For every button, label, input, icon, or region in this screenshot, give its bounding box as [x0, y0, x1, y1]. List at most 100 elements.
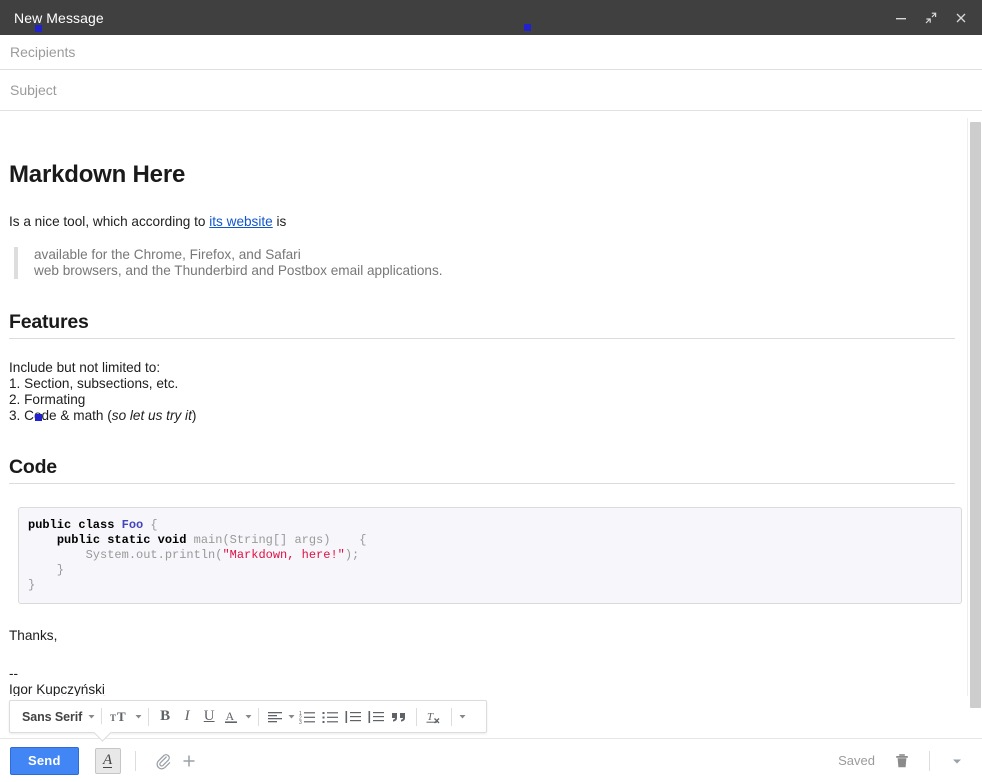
- list-item-number: 1.: [9, 376, 25, 391]
- message-body-editor[interactable]: Markdown Here Is a nice tool, which acco…: [0, 118, 982, 696]
- bulleted-list-icon: [322, 711, 339, 723]
- heading-code: Code: [9, 456, 955, 484]
- bold-icon: B: [160, 708, 171, 724]
- list-item-number: 2.: [9, 392, 25, 407]
- font-size-icon: T T: [110, 709, 126, 724]
- text-color-button[interactable]: A: [220, 703, 243, 730]
- list-item-number: 3.: [9, 408, 25, 423]
- numbered-list-icon: 1 2 3: [299, 711, 316, 724]
- window-title: New Message: [14, 9, 104, 26]
- its-website-link[interactable]: its website: [209, 214, 272, 229]
- intro-paragraph: Is a nice tool, which according to its w…: [9, 213, 954, 230]
- indent-decrease-icon: [345, 710, 362, 723]
- numbered-list-button[interactable]: 1 2 3: [296, 703, 319, 730]
- list-item: 1. Section, subsections, etc.: [9, 376, 954, 392]
- list-item-text: Section, subsections, etc.: [24, 376, 179, 391]
- toolbar-divider: [416, 707, 418, 726]
- list-item-tail: ): [191, 408, 197, 423]
- close-button[interactable]: [946, 3, 976, 33]
- bottom-divider: [929, 750, 930, 771]
- font-family-chevron-down-icon[interactable]: [86, 712, 96, 721]
- list-item: 2. Formating: [9, 392, 954, 408]
- signature-name: Igor Kupczyński: [9, 682, 954, 696]
- code-type: Foo: [121, 518, 144, 532]
- more-options-chevron-down-icon[interactable]: [457, 712, 467, 721]
- indent-less-button[interactable]: [342, 703, 365, 730]
- svg-text:T: T: [117, 709, 126, 724]
- list-item-text: Code & math (: [24, 408, 112, 423]
- code-string: "Markdown, here!": [222, 548, 345, 562]
- restore-button[interactable]: [916, 3, 946, 33]
- subject-field[interactable]: Subject: [0, 70, 982, 111]
- close-icon: [956, 13, 966, 22]
- toolbar-divider: [258, 707, 260, 726]
- remove-formatting-icon: T: [426, 711, 440, 723]
- code-plain: );: [344, 548, 360, 562]
- more-options-button[interactable]: [944, 748, 970, 774]
- intro-text-after: is: [272, 214, 287, 229]
- quote-button[interactable]: [388, 703, 411, 730]
- font-size-button[interactable]: T T: [107, 703, 133, 730]
- code-plain: main(String[] args) {: [193, 533, 367, 547]
- heading-features: Features: [9, 311, 955, 339]
- format-a-icon: A: [103, 752, 113, 768]
- thanks-line: Thanks,: [9, 628, 58, 643]
- signature-last-name: Kupczyński: [36, 682, 105, 696]
- svg-text:T: T: [427, 711, 434, 723]
- align-left-icon: [268, 711, 283, 722]
- compose-action-bar: Send A Saved: [0, 738, 982, 782]
- list-item-emphasis: so let us try it: [111, 408, 192, 423]
- underline-icon: U: [203, 708, 215, 724]
- scrollbar-thumb[interactable]: [970, 122, 981, 708]
- signature-first-name: Igor: [9, 682, 37, 696]
- signature-dashes: --: [9, 666, 19, 681]
- toolbar-divider: [451, 707, 453, 726]
- align-chevron-down-icon[interactable]: [286, 712, 296, 721]
- saved-status: Saved: [838, 753, 875, 768]
- attach-file-button[interactable]: [150, 748, 176, 774]
- toolbar-divider: [101, 707, 103, 726]
- code-keyword: public class: [28, 518, 122, 532]
- minimize-icon: [896, 17, 906, 19]
- title-bar: New Message: [0, 0, 982, 35]
- code-plain: System.out.println(: [85, 548, 223, 562]
- svg-text:A: A: [226, 709, 235, 723]
- align-button[interactable]: [264, 703, 286, 730]
- bulleted-list-button[interactable]: [319, 703, 342, 730]
- recipients-field[interactable]: Recipients: [0, 35, 982, 70]
- remove-formatting-button[interactable]: T: [422, 703, 446, 730]
- blockquote-line-1: available for the Chrome, Firefox, and S…: [34, 247, 301, 262]
- toolbar-divider: [148, 707, 150, 726]
- code-plain: {: [143, 518, 158, 532]
- insert-more-button[interactable]: [176, 748, 202, 774]
- window-controls: [886, 0, 976, 35]
- heading-markdown-here: Markdown Here: [9, 161, 186, 188]
- font-size-chevron-down-icon[interactable]: [133, 712, 143, 721]
- code-plain: }: [28, 563, 65, 577]
- code-keyword: public static void: [56, 533, 194, 547]
- send-button[interactable]: Send: [10, 746, 79, 775]
- popout-icon: [925, 12, 937, 23]
- features-list: Include but not limited to: 1. Section, …: [9, 360, 954, 424]
- minimize-button[interactable]: [886, 3, 916, 33]
- indent-more-button[interactable]: [365, 703, 388, 730]
- quote-icon: [392, 712, 406, 722]
- italic-button[interactable]: I: [176, 703, 198, 730]
- svg-text:3: 3: [299, 720, 302, 724]
- text-color-chevron-down-icon[interactable]: [243, 712, 253, 721]
- paperclip-icon: [156, 753, 170, 769]
- chevron-down-icon: [953, 759, 961, 763]
- discard-draft-button[interactable]: [889, 748, 915, 774]
- bottom-divider: [134, 750, 136, 771]
- editor-scrollbar[interactable]: [967, 118, 982, 708]
- font-family-select[interactable]: Sans Serif: [14, 703, 86, 730]
- underline-button[interactable]: U: [198, 703, 220, 730]
- formatting-options-toggle[interactable]: A: [94, 747, 121, 774]
- compose-window: New Message Recipients Subject Markdown …: [0, 0, 982, 782]
- code-block: public class Foo { public static void ma…: [18, 507, 962, 604]
- intro-text-before: Is a nice tool, which according to: [9, 214, 210, 229]
- bold-button[interactable]: B: [154, 703, 176, 730]
- subject-placeholder: Subject: [10, 82, 57, 98]
